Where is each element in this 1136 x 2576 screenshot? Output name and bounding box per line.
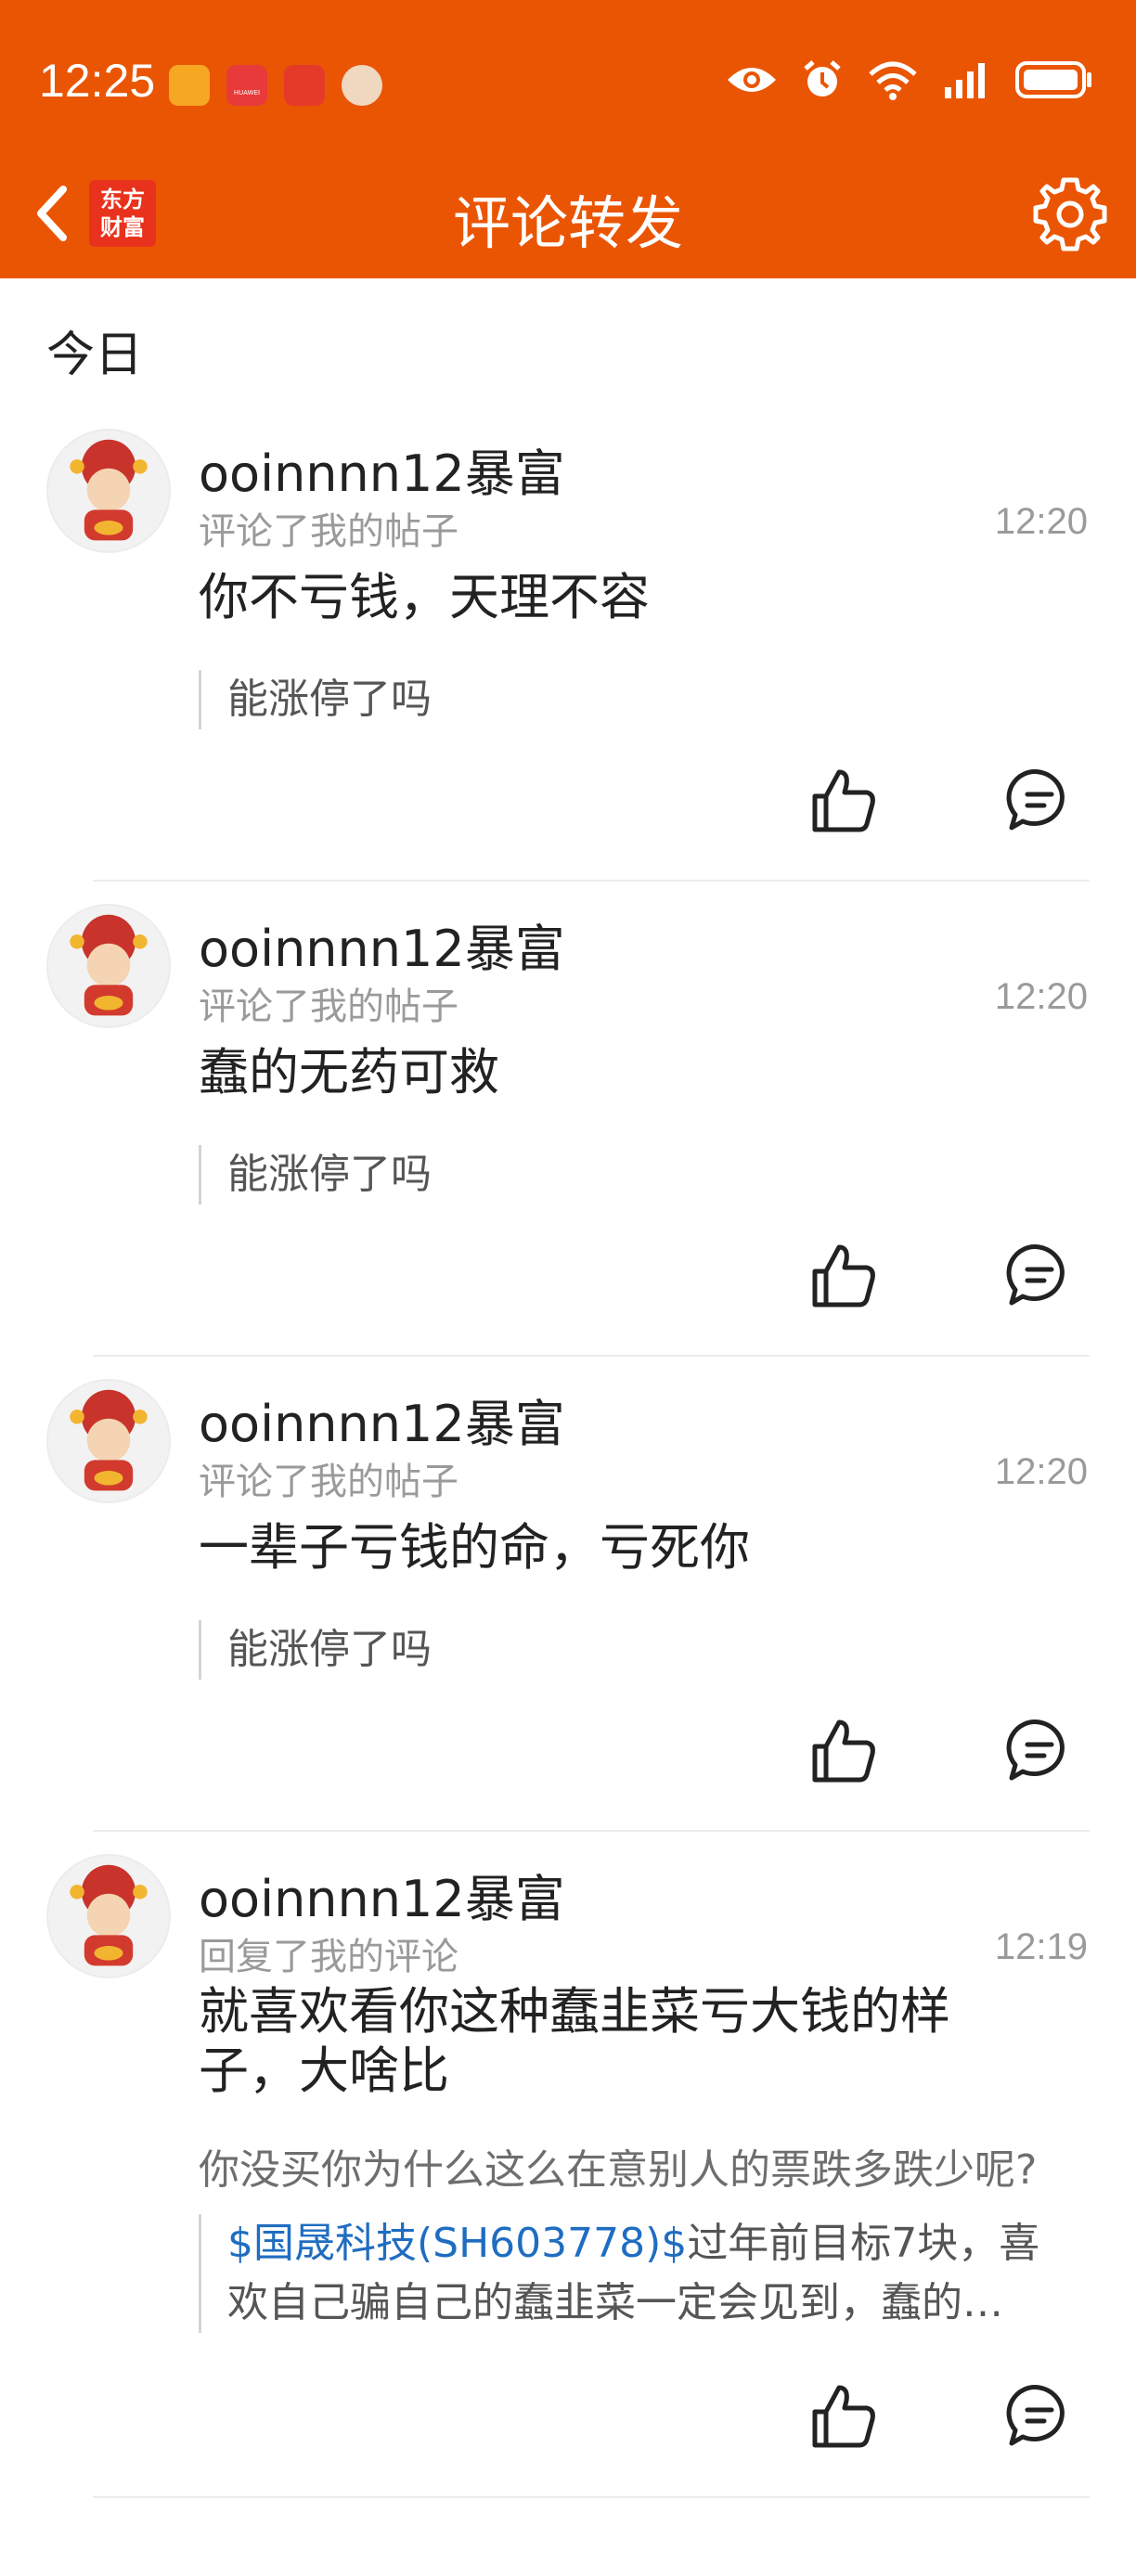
timestamp: 12:19 <box>994 1926 1088 1967</box>
alarm-icon <box>804 60 841 97</box>
user-name[interactable]: ooinnnn12暴富 <box>199 432 565 506</box>
user-name[interactable]: ooinnnn12暴富 <box>199 908 565 981</box>
quoted-post[interactable]: 能涨停了吗 <box>199 1145 1063 1204</box>
comment-text[interactable]: 一辈子亏钱的命，亏死你 <box>199 1518 1090 1578</box>
thumbs-up-icon[interactable] <box>807 2378 882 2453</box>
page-title: 评论转发 <box>452 189 683 257</box>
user-name[interactable]: ooinnnn12暴富 <box>199 1383 565 1456</box>
status-right-icons <box>726 59 1093 100</box>
timestamp: 12:20 <box>994 1451 1088 1492</box>
eye-icon <box>728 68 776 92</box>
divider <box>93 2496 1090 2498</box>
action-text: 回复了我的评论 <box>199 1936 458 1978</box>
quoted-post-text: 能涨停了吗 <box>227 676 432 723</box>
avatar[interactable] <box>46 1854 171 1978</box>
thumbs-up-icon[interactable] <box>807 1238 882 1312</box>
quoted-post[interactable]: 能涨停了吗 <box>199 670 1063 729</box>
message-notification-icon <box>284 65 325 106</box>
status-bar: 12:25 HUAWEI <box>0 0 1136 167</box>
comment-icon[interactable] <box>1002 2378 1077 2453</box>
battery-icon <box>1015 61 1091 98</box>
god-of-wealth-avatar-icon <box>70 914 148 1016</box>
my-original-comment[interactable]: 你没买你为什么这么在意别人的票跌多跌少呢? <box>199 2136 1090 2196</box>
action-text: 评论了我的帖子 <box>199 1461 458 1503</box>
comment-icon[interactable] <box>1002 1713 1077 1787</box>
comment-icon[interactable] <box>1002 763 1077 837</box>
avatar[interactable] <box>46 429 171 553</box>
gear-icon[interactable] <box>1028 173 1112 256</box>
quoted-post-text: 能涨停了吗 <box>227 1626 432 1673</box>
list-item[interactable]: ooinnnn12暴富 回复了我的评论 12:19 就喜欢看你这种蠢韭菜亏大钱的… <box>0 1834 1136 2520</box>
avatar-notification-icon <box>342 65 382 106</box>
list-item[interactable]: ooinnnn12暴富 评论了我的帖子 12:20 一辈子亏钱的命，亏死你 能涨… <box>0 1359 1136 1834</box>
wifi-icon <box>869 61 917 100</box>
god-of-wealth-avatar-icon <box>70 439 148 541</box>
quoted-post[interactable]: 能涨停了吗 <box>199 1620 1063 1680</box>
action-text: 评论了我的帖子 <box>199 510 458 553</box>
thumbs-up-icon[interactable] <box>807 1713 882 1787</box>
huawei-icon-label: HUAWEI <box>233 89 261 97</box>
divider <box>93 1355 1090 1357</box>
app-notification-icon <box>169 65 210 106</box>
god-of-wealth-avatar-icon <box>70 1389 148 1491</box>
divider <box>93 880 1090 882</box>
list-item[interactable]: ooinnnn12暴富 评论了我的帖子 12:20 蠢的无药可救 能涨停了吗 <box>0 883 1136 1359</box>
stock-link[interactable]: $国晟科技(SH603778)$ <box>227 2220 687 2267</box>
god-of-wealth-avatar-icon <box>70 1864 148 1966</box>
top-bar: 12:25 HUAWEI 东方 财富 评论转发 <box>0 0 1136 278</box>
quoted-post[interactable]: $国晟科技(SH603778)$过年前目标7块，喜欢自己骗自己的蠢韭菜一定会见到… <box>199 2214 1063 2333</box>
signal-icon <box>945 63 985 98</box>
timestamp: 12:20 <box>994 501 1088 542</box>
comment-text[interactable]: 蠢的无药可救 <box>199 1043 1090 1102</box>
status-time: 12:25 <box>39 55 156 107</box>
list-item[interactable]: ooinnnn12暴富 评论了我的帖子 12:20 你不亏钱，天理不容 能涨停了… <box>0 408 1136 883</box>
thumbs-up-icon[interactable] <box>807 763 882 837</box>
timestamp: 12:20 <box>994 976 1088 1017</box>
reply-text[interactable]: 就喜欢看你这种蠢韭菜亏大钱的样子，大啥比 <box>199 1982 1034 2101</box>
action-text: 评论了我的帖子 <box>199 985 458 1028</box>
huawei-notification-icon: HUAWEI <box>226 65 267 106</box>
avatar[interactable] <box>46 904 171 1028</box>
avatar[interactable] <box>46 1379 171 1503</box>
comment-icon[interactable] <box>1002 1238 1077 1312</box>
user-name[interactable]: ooinnnn12暴富 <box>199 1858 565 1931</box>
divider <box>93 1830 1090 1832</box>
quoted-post-text: 能涨停了吗 <box>227 1151 432 1198</box>
notification-icons: HUAWEI <box>169 65 382 106</box>
navigation-bar: 东方 财富 评论转发 <box>0 158 1136 278</box>
comment-text[interactable]: 你不亏钱，天理不容 <box>199 568 1090 627</box>
section-label-today: 今日 <box>46 328 144 383</box>
